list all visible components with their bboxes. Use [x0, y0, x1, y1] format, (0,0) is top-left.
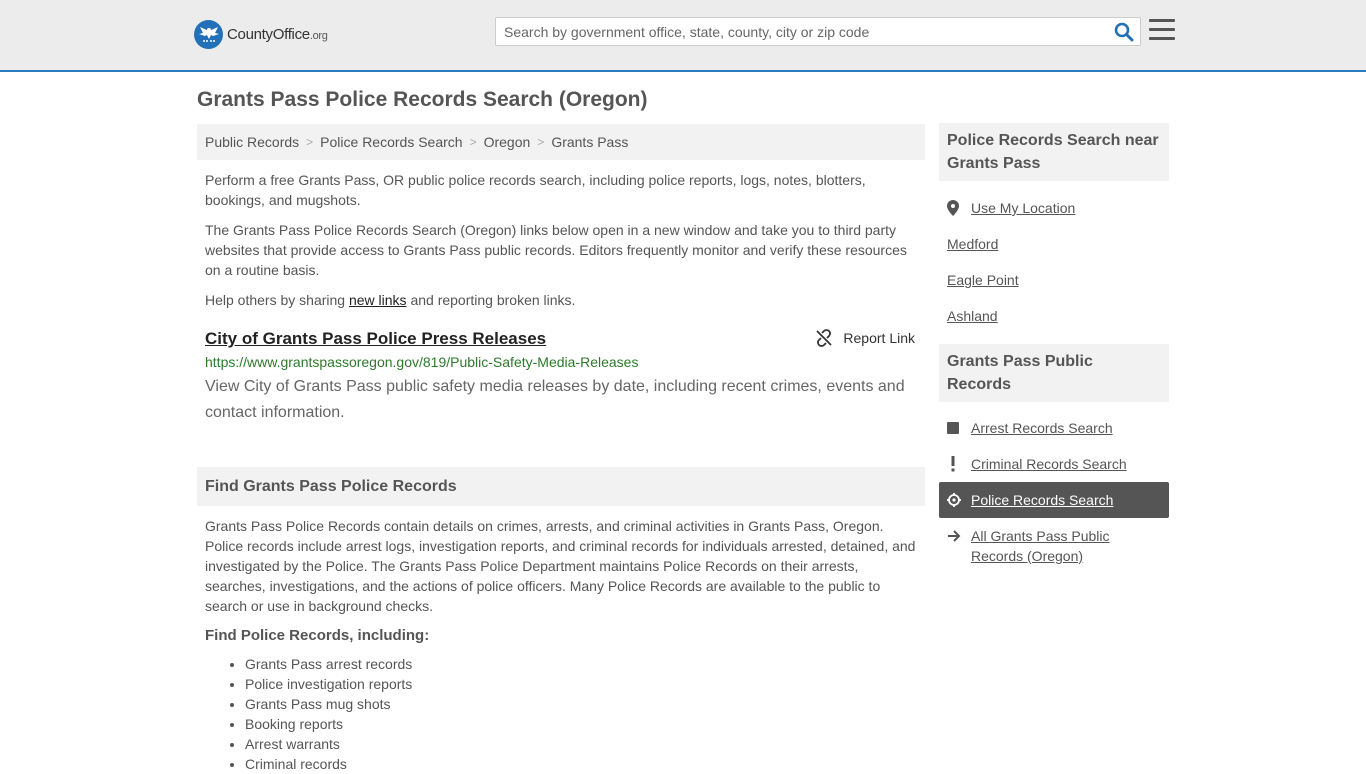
exclamation-icon	[947, 454, 971, 474]
map-pin-icon	[947, 198, 971, 218]
sidebar: Police Records Search near Grants Pass U…	[939, 123, 1169, 566]
list-item: Grants Pass mug shots	[245, 694, 925, 714]
list-item: Arrest warrants	[245, 734, 925, 754]
records-list: Grants Pass arrest records Police invest…	[197, 654, 925, 774]
intro-paragraph: Perform a free Grants Pass, OR public po…	[205, 172, 866, 208]
new-links-link[interactable]: new links	[349, 292, 407, 308]
result-url: https://www.grantspassoregon.gov/819/Pub…	[205, 354, 639, 370]
main-content: Public Records > Police Records Search >…	[197, 124, 925, 774]
site-header: CountyOffice.org	[0, 0, 1366, 72]
nearby-city-ashland[interactable]: Ashland	[939, 306, 1169, 326]
public-records-heading: Grants Pass Public Records	[939, 344, 1169, 402]
find-records-paragraph: Grants Pass Police Records contain detai…	[205, 518, 916, 614]
search-icon[interactable]	[1114, 22, 1134, 42]
find-records-heading: Find Grants Pass Police Records	[197, 467, 925, 506]
nearby-heading: Police Records Search near Grants Pass	[939, 123, 1169, 181]
search-input[interactable]	[496, 18, 1096, 45]
list-item: Booking reports	[245, 714, 925, 734]
find-records-subheading: Find Police Records, including:	[205, 627, 430, 644]
result-description: View City of Grants Pass public safety m…	[205, 378, 905, 421]
arrow-right-icon	[947, 526, 971, 546]
result-item: City of Grants Pass Police Press Release…	[197, 329, 925, 426]
breadcrumb-oregon[interactable]: Oregon	[484, 134, 531, 150]
crosshair-icon	[947, 490, 971, 510]
use-my-location[interactable]: Use My Location	[939, 198, 1169, 218]
hamburger-menu-icon[interactable]	[1149, 19, 1175, 41]
disclaimer-paragraph: The Grants Pass Police Records Search (O…	[205, 222, 907, 278]
sidebar-item-police-records[interactable]: Police Records Search	[939, 482, 1169, 518]
search-box	[495, 17, 1141, 46]
list-item: Criminal records	[245, 754, 925, 774]
share-paragraph: Help others by sharing new links and rep…	[205, 292, 576, 308]
list-item: Grants Pass arrest records	[245, 654, 925, 674]
chevron-right-icon: >	[469, 135, 477, 149]
breadcrumb: Public Records > Police Records Search >…	[197, 124, 925, 160]
sidebar-item-arrest-records[interactable]: Arrest Records Search	[939, 418, 1169, 438]
sidebar-item-all-public-records[interactable]: All Grants Pass Public Records (Oregon)	[939, 526, 1169, 566]
nearby-city-eagle-point[interactable]: Eagle Point	[939, 270, 1169, 290]
list-item: Police investigation reports	[245, 674, 925, 694]
nearby-city-medford[interactable]: Medford	[939, 234, 1169, 254]
logo-text: CountyOffice.org	[227, 26, 328, 43]
breadcrumb-public-records[interactable]: Public Records	[205, 134, 299, 150]
site-logo[interactable]: CountyOffice.org	[194, 20, 328, 49]
report-link-button[interactable]: Report Link	[815, 329, 915, 347]
chevron-right-icon: >	[537, 135, 545, 149]
breadcrumb-police-records-search[interactable]: Police Records Search	[320, 134, 462, 150]
chevron-right-icon: >	[306, 135, 314, 149]
breadcrumb-grants-pass[interactable]: Grants Pass	[551, 134, 628, 150]
eagle-logo-icon	[194, 20, 223, 49]
square-icon	[947, 418, 971, 438]
broken-link-icon	[816, 329, 833, 347]
result-title-link[interactable]: City of Grants Pass Police Press Release…	[205, 329, 546, 348]
sidebar-item-criminal-records[interactable]: Criminal Records Search	[939, 454, 1169, 474]
page-title: Grants Pass Police Records Search (Orego…	[197, 88, 648, 111]
